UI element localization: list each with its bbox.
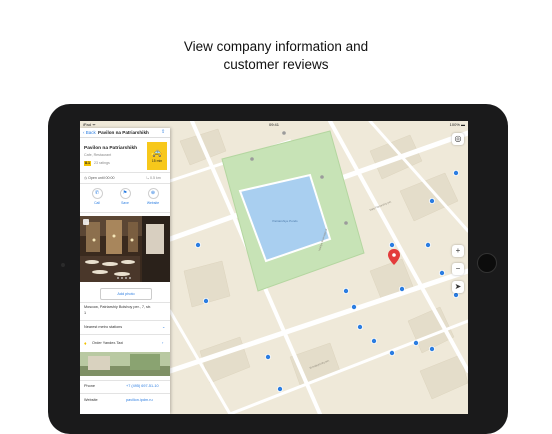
status-time: 09:41	[268, 122, 279, 127]
call-button[interactable]: ✆ Call	[87, 188, 107, 205]
divider	[80, 320, 170, 321]
locate-me-button[interactable]: ➤	[452, 281, 464, 293]
opening-hours-text: Open until 00:00	[88, 176, 115, 180]
status-bar: iPad ᯤ 09:41 100% ▬	[80, 121, 468, 128]
phone-link[interactable]: +7 (495) 697-51-10	[126, 384, 159, 388]
share-icon[interactable]: ⇪	[161, 129, 167, 135]
divider	[80, 334, 170, 335]
panel-title: Pavilon na Patriarshikh	[98, 130, 149, 135]
save-label: Save	[121, 201, 129, 205]
related-photo[interactable]	[80, 352, 170, 376]
status-battery: 100% ▬	[449, 122, 465, 127]
headline: View company information and customer re…	[0, 38, 552, 74]
phone-label: Phone	[84, 384, 95, 388]
distance-text: 0.5 km	[150, 176, 161, 180]
map-view[interactable]: Patriarshiye Ponds Malaya Bronnaya ul. M…	[170, 121, 468, 414]
divider	[80, 302, 170, 303]
opening-hours: ◷ Open until 00:00	[84, 176, 115, 180]
camera	[61, 263, 65, 267]
divider	[80, 172, 170, 173]
website-link[interactable]: pavilion.ipdm.ru	[126, 398, 153, 402]
bookmark-icon: ⚑	[119, 188, 131, 199]
distance: ⤿ 0.5 km	[146, 176, 161, 180]
ratings-count[interactable]: 23 ratings	[94, 161, 110, 166]
save-button[interactable]: ⚑ Save	[115, 188, 135, 205]
phone-icon: ✆	[91, 188, 103, 199]
call-label: Call	[94, 201, 100, 205]
car-icon: 🚕	[151, 147, 163, 157]
divider	[80, 393, 170, 394]
zoom-out-button[interactable]: −	[452, 263, 464, 275]
divider	[80, 183, 170, 184]
chevron-down-icon: ⌄	[162, 324, 166, 329]
svg-text:Patriarshiye Ponds: Patriarshiye Ponds	[272, 219, 298, 223]
address[interactable]: Moscow, Patriarshiy Bolshoy per., 7, str…	[84, 304, 166, 316]
compass-button[interactable]: ◎	[452, 133, 464, 145]
website-label: Website	[146, 201, 160, 205]
taxi-icon: ♦	[84, 341, 87, 347]
divider	[80, 212, 170, 213]
taxi-time: 15 min	[151, 159, 163, 163]
place-category: Cafe, Restaurant	[84, 153, 112, 157]
globe-icon: ⊕	[147, 188, 159, 199]
chevron-right-icon: ›	[162, 340, 164, 345]
headline-line-1: View company information and	[183, 39, 369, 54]
photo-gallery[interactable]	[80, 216, 170, 282]
back-button[interactable]: ‹ Back	[83, 130, 96, 135]
add-photo-button[interactable]: Add photo	[100, 288, 152, 300]
website-row-label: Website	[84, 398, 98, 402]
website-button[interactable]: ⊕ Website	[143, 188, 163, 205]
taxi-button[interactable]: 🚕 15 min	[147, 142, 167, 170]
action-row: ✆ Call ⚑ Save ⊕ Website	[80, 186, 170, 208]
place-name: Pavilon na Patriarshikh	[84, 146, 138, 151]
headline-line-2: customer reviews	[223, 57, 329, 72]
zoom-in-button[interactable]: +	[452, 245, 464, 257]
metro-stations-row[interactable]: Nearest metro stations	[84, 325, 122, 329]
home-button[interactable]	[477, 253, 497, 273]
order-taxi-row[interactable]: Order Yandex.Taxi	[92, 341, 123, 345]
place-card-panel: ‹ Back Pavilon na Patriarshikh ⇪ Pavilon…	[80, 128, 170, 414]
rating-badge: 8.1	[84, 161, 91, 166]
ipad-screen: iPad ᯤ 09:41 100% ▬ Patriarshiye Ponds M…	[80, 121, 468, 414]
address-line-2: 1	[84, 311, 87, 315]
panel-header: ‹ Back Pavilon na Patriarshikh ⇪	[80, 128, 170, 138]
divider	[80, 380, 170, 381]
